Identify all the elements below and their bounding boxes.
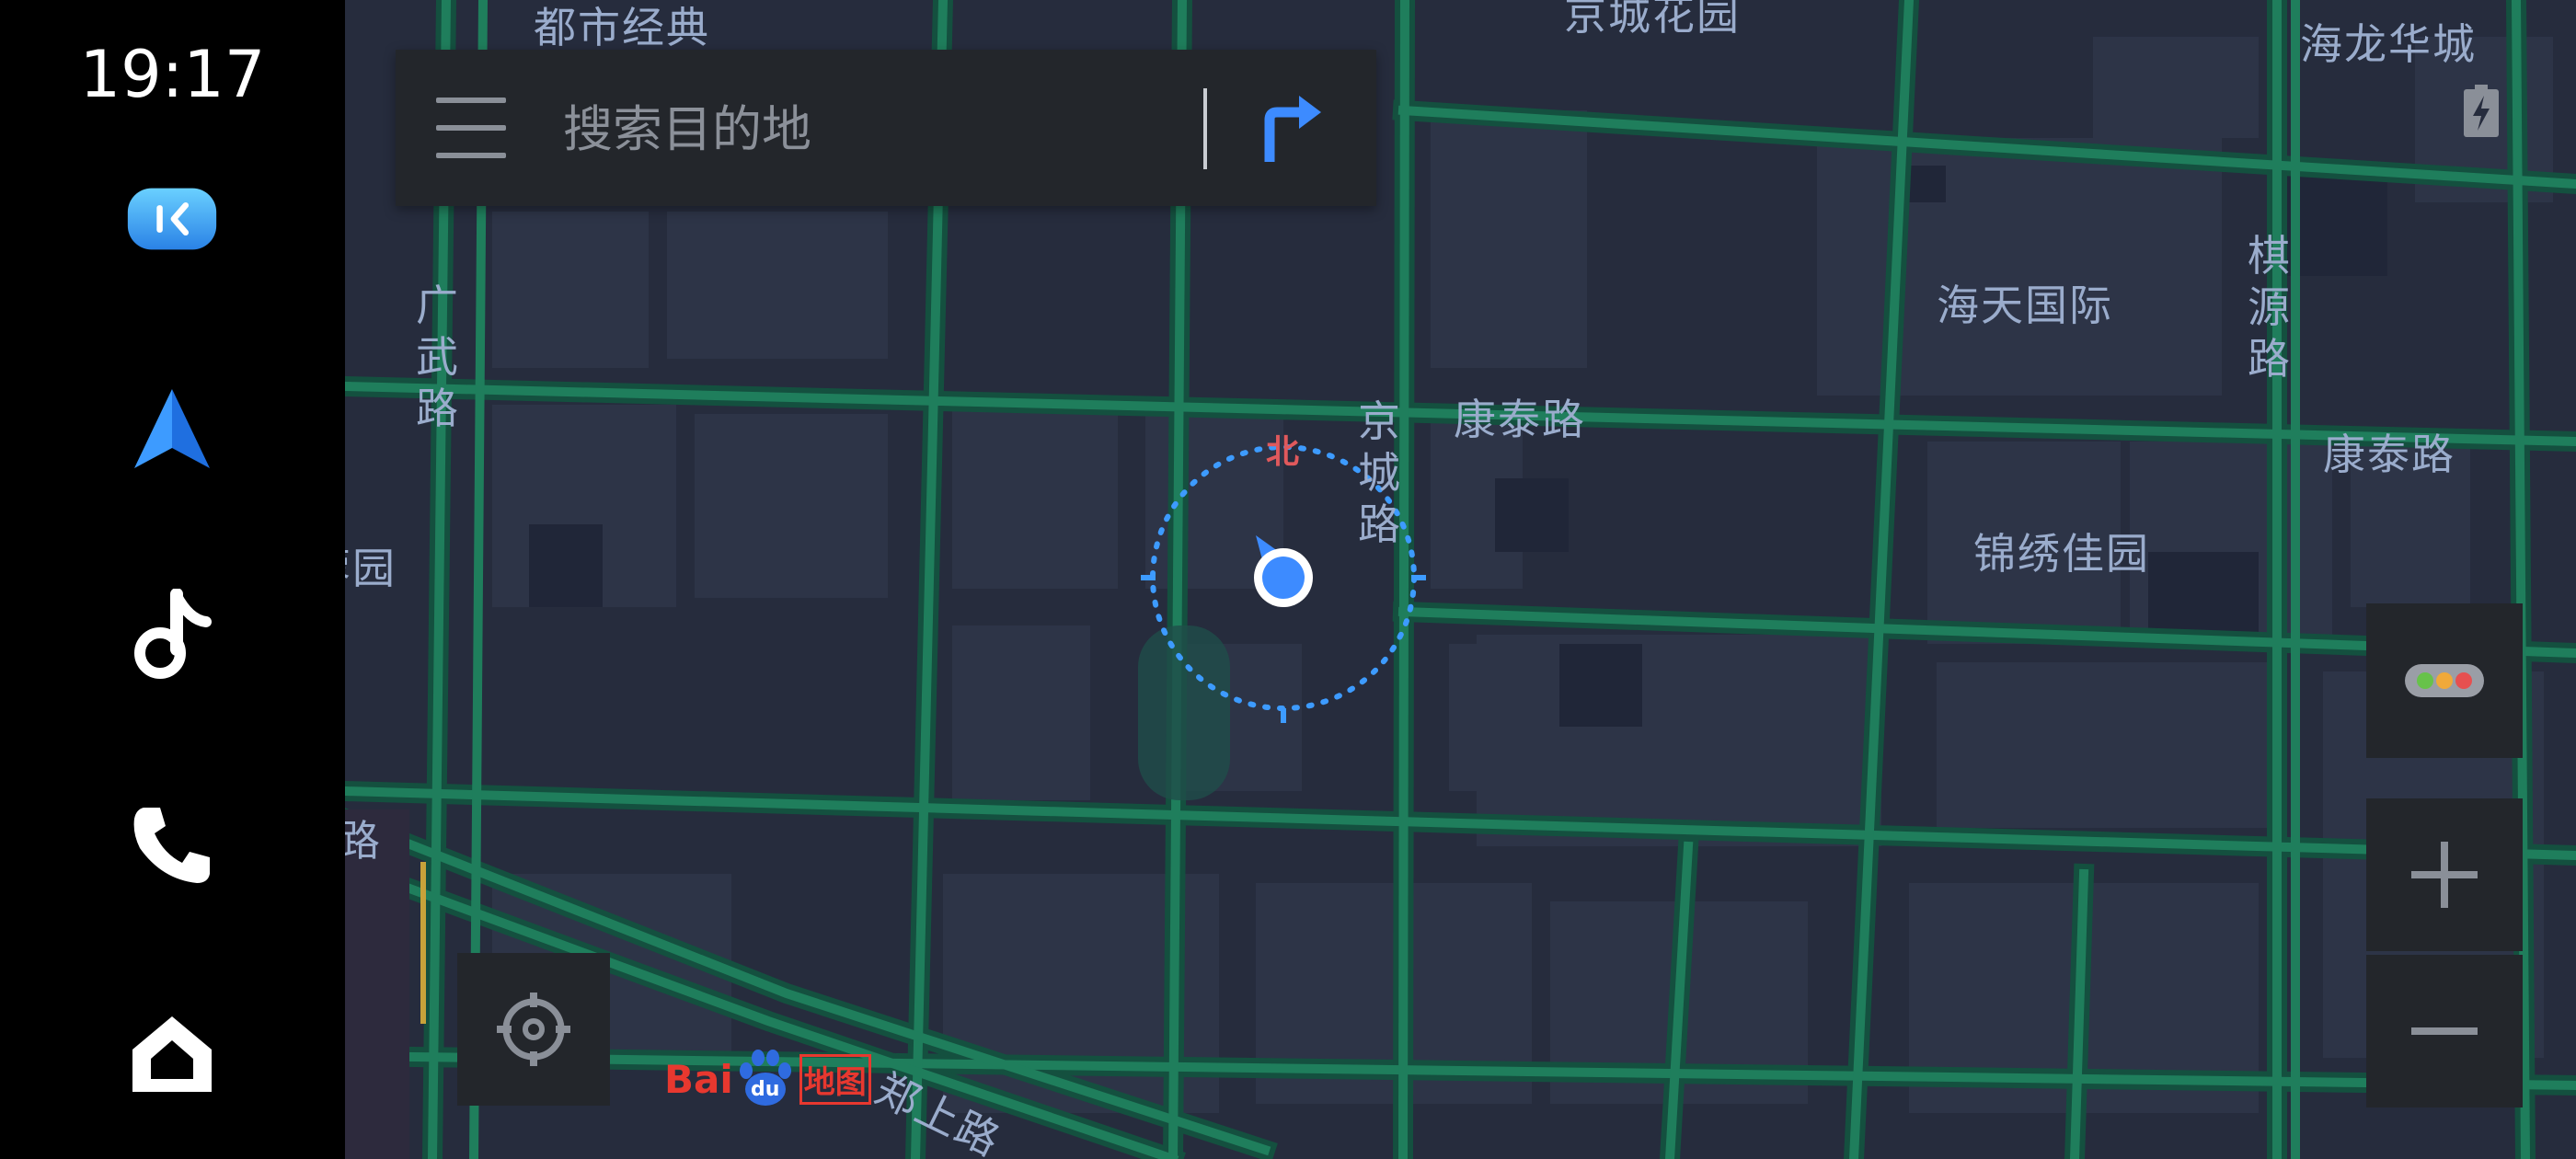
compass-north-label: 北 <box>1266 433 1300 471</box>
battery-charging-icon <box>2462 85 2501 138</box>
zoom-out-button[interactable] <box>2366 955 2523 1107</box>
locate-button[interactable] <box>457 953 610 1106</box>
map-label-partial-lu: 路 <box>345 816 382 866</box>
navigation-arrow-icon <box>134 389 210 468</box>
map-label-hailong-huacheng: 海龙华城 <box>2300 19 2477 69</box>
music-note-icon <box>134 589 212 679</box>
plus-icon <box>2411 842 2478 908</box>
map-label-qiyuan-lu: 棋源路 <box>2248 231 2292 384</box>
minus-icon <box>2411 1027 2478 1035</box>
map-label-jinxiu-jiayuan: 锦绣佳园 <box>1973 529 2150 579</box>
music-button[interactable] <box>126 589 218 681</box>
carlife-button[interactable] <box>126 173 218 265</box>
traffic-light-icon <box>2405 664 2484 697</box>
map-label-dushi-jingdian: 都市经典 <box>534 3 710 52</box>
traffic-toggle-button[interactable] <box>2366 603 2523 758</box>
carlife-icon <box>127 188 217 250</box>
status-clock: 19:17 <box>79 37 266 112</box>
home-icon <box>132 1016 212 1092</box>
route-button[interactable] <box>1242 81 1343 177</box>
home-button[interactable] <box>126 1008 218 1100</box>
map-label-jingcheng-lu: 京城路 <box>1358 396 1402 549</box>
phone-button[interactable] <box>126 798 218 890</box>
map-label-kangtai-lu: 康泰路 <box>1454 395 1586 444</box>
menu-icon[interactable] <box>436 98 506 158</box>
logo-text-ditu: 地图 <box>799 1053 871 1105</box>
search-divider <box>1203 88 1207 169</box>
sidebar: 19:17 <box>0 0 345 1159</box>
map-label-kangtai-lu-east: 康泰路 <box>2323 430 2455 479</box>
paw-icon: du <box>733 1047 798 1111</box>
logo-text-du: du <box>751 1078 780 1101</box>
logo-text-bai: Bai <box>664 1056 733 1102</box>
map-label-partial-yuan: 蓉园 <box>345 544 397 593</box>
baidu-map-logo: Bai du 地图 <box>664 1047 871 1111</box>
turn-right-arrow-icon <box>1264 96 1321 162</box>
search-bar <box>396 50 1376 206</box>
map-label-haitian-guoji: 海天国际 <box>1937 281 2113 330</box>
map-label-jingcheng-huayuan: 京城花园 <box>1564 0 1741 40</box>
map-label-guangwu-lu: 广武路 <box>416 281 460 433</box>
phone-icon <box>133 808 210 883</box>
zoom-in-button[interactable] <box>2366 798 2523 951</box>
crosshair-icon <box>497 993 570 1066</box>
navigation-button[interactable] <box>126 383 218 475</box>
search-input[interactable] <box>561 86 1117 171</box>
